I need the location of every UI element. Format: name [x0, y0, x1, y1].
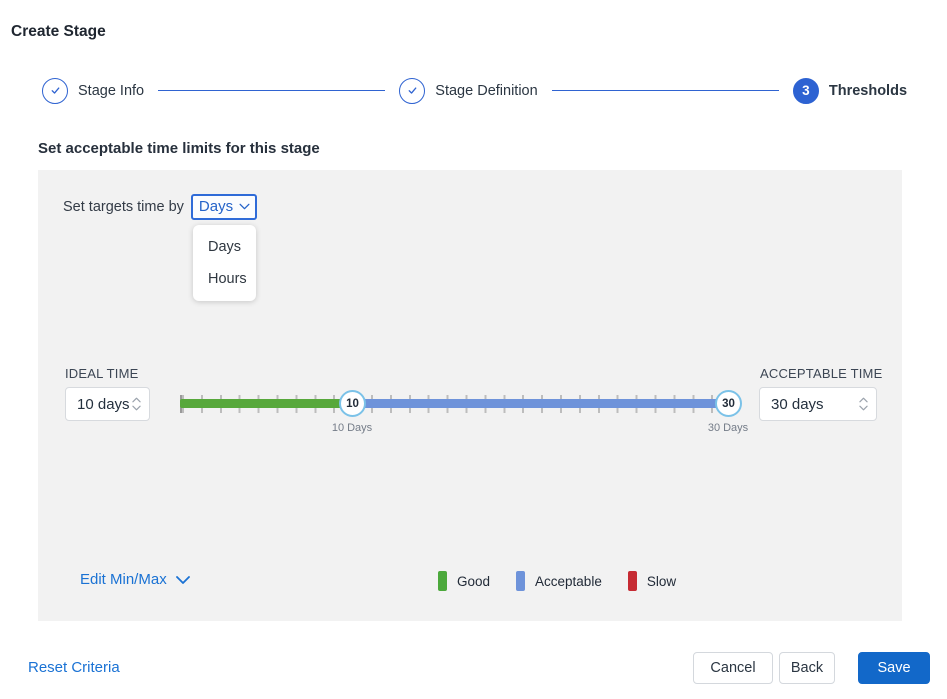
- slider-track-acceptable[interactable]: [352, 399, 728, 408]
- chevron-down-icon: [859, 405, 868, 411]
- stepper-connector: [551, 90, 779, 91]
- slider-handle-max[interactable]: 30: [715, 390, 742, 417]
- unit-option-hours[interactable]: Hours: [193, 263, 256, 295]
- create-stage-dialog: Create Stage Stage Info Stage Definition…: [0, 0, 947, 699]
- section-heading: Set acceptable time limits for this stag…: [38, 140, 320, 157]
- edit-minmax-link[interactable]: Edit Min/Max: [80, 571, 190, 588]
- acceptable-time-stepper[interactable]: [859, 397, 868, 411]
- unit-option-days[interactable]: Days: [193, 231, 256, 263]
- slider-max-caption: 30 Days: [707, 422, 749, 434]
- slider-legend: Good Acceptable Slow: [438, 571, 676, 591]
- stepper-step-stage-definition[interactable]: Stage Definition: [399, 77, 538, 104]
- stepper-step-stage-info[interactable]: Stage Info: [42, 77, 145, 104]
- ideal-time-input[interactable]: 10 days: [65, 387, 150, 421]
- ideal-time-value: 10 days: [77, 395, 130, 413]
- legend-item-slow: Slow: [627, 571, 677, 591]
- stepper: Stage Info Stage Definition 3 Thresholds: [42, 77, 907, 104]
- legend-label: Acceptable: [535, 573, 602, 589]
- legend-label: Slow: [646, 573, 677, 589]
- step-complete-check-icon: [399, 77, 426, 104]
- chevron-up-icon: [132, 397, 141, 403]
- cancel-button[interactable]: Cancel: [693, 652, 773, 684]
- legend-swatch-good: [438, 571, 447, 591]
- legend-swatch-slow: [627, 571, 637, 591]
- stepper-connector: [158, 90, 386, 91]
- slider-track-good[interactable]: [180, 399, 352, 408]
- time-range-slider: 10 30 10 Days 30 Days: [180, 389, 749, 435]
- chevron-down-icon: [175, 574, 190, 585]
- legend-item-good: Good: [438, 571, 490, 591]
- step-label: Stage Definition: [435, 82, 538, 99]
- stepper-step-thresholds[interactable]: 3 Thresholds: [792, 77, 908, 104]
- unit-dropdown-value: Days: [198, 198, 234, 215]
- acceptable-time-value: 30 days: [771, 395, 824, 413]
- targets-time-row: Set targets time by Days: [63, 194, 258, 220]
- unit-dropdown-trigger[interactable]: Days: [190, 194, 258, 220]
- legend-swatch-acceptable: [516, 571, 526, 591]
- chevron-down-icon: [239, 203, 250, 210]
- legend-label: Good: [457, 573, 491, 589]
- step-number-badge: 3: [792, 77, 819, 104]
- targets-time-label: Set targets time by: [63, 199, 184, 215]
- acceptable-time-input[interactable]: 30 days: [759, 387, 877, 421]
- reset-criteria-link[interactable]: Reset Criteria: [28, 659, 120, 676]
- edit-minmax-label: Edit Min/Max: [80, 571, 167, 588]
- chevron-up-icon: [859, 397, 868, 403]
- step-label: Thresholds: [828, 82, 908, 99]
- ideal-time-stepper[interactable]: [132, 397, 141, 411]
- back-button[interactable]: Back: [779, 652, 835, 684]
- slider-handle-min[interactable]: 10: [339, 390, 366, 417]
- thresholds-panel: Set targets time by Days Days Hours IDEA…: [38, 170, 902, 621]
- step-complete-check-icon: [42, 77, 68, 104]
- ideal-time-label: IDEAL TIME: [65, 366, 139, 381]
- legend-item-acceptable: Acceptable: [516, 571, 602, 591]
- chevron-down-icon: [132, 405, 141, 411]
- acceptable-time-label: ACCEPTABLE TIME: [760, 366, 883, 381]
- step-label: Stage Info: [78, 82, 145, 99]
- save-button[interactable]: Save: [858, 652, 930, 684]
- page-title: Create Stage: [11, 23, 106, 40]
- unit-dropdown-menu: Days Hours: [193, 225, 256, 301]
- slider-min-caption: 10 Days: [331, 422, 373, 434]
